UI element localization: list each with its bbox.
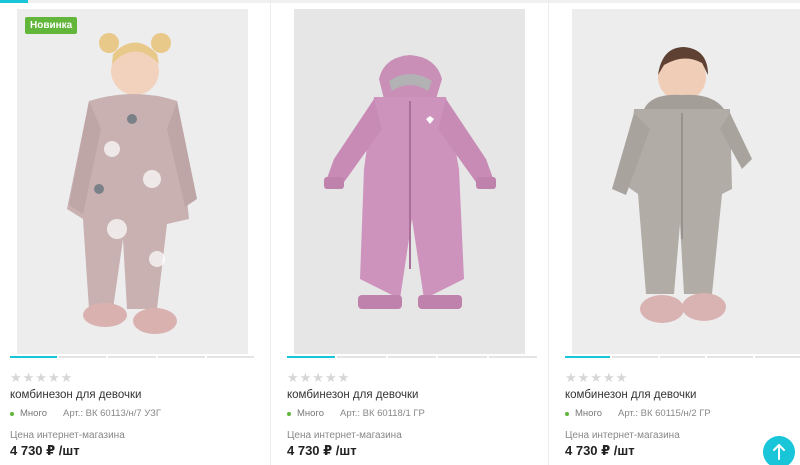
article-number: Арт.: ВК 60118/1 ГР <box>339 408 425 419</box>
child-jumpsuit-photo <box>572 9 800 354</box>
article-number: Арт.: ВК 60113/н/7 УЗГ <box>62 408 161 419</box>
product-image[interactable] <box>572 9 800 354</box>
product-card[interactable]: Новинка ★★★★★ комбинезон для девочки Мно… <box>0 0 271 465</box>
slide-dot[interactable] <box>337 356 386 358</box>
price: 4 730 ₽ /шт <box>565 443 635 458</box>
product-image[interactable]: Новинка <box>17 9 248 354</box>
price: 4 730 ₽ /шт <box>10 443 80 458</box>
slide-dot[interactable] <box>59 356 107 358</box>
stock-status: Много <box>297 408 324 419</box>
product-title[interactable]: комбинезон для девочки <box>287 389 418 401</box>
slide-dot[interactable] <box>488 356 538 358</box>
product-card[interactable]: ★★★★★ комбинезон для девочки Много Арт.:… <box>271 0 549 465</box>
product-card[interactable]: ★★★★★ комбинезон для девочки Много Арт.:… <box>549 0 800 465</box>
stock-dot-icon <box>565 411 569 416</box>
slide-dot[interactable] <box>287 356 336 358</box>
stock-dot-icon <box>10 411 14 416</box>
new-badge: Новинка <box>25 17 78 34</box>
stock-info: Много Арт.: ВК 60115/н/2 ГР <box>565 408 711 419</box>
article-number: Арт.: ВК 60115/н/2 ГР <box>617 408 711 419</box>
product-image[interactable] <box>294 9 525 354</box>
child-jumpsuit-photo <box>17 9 248 354</box>
price: 4 730 ₽ /шт <box>287 443 357 458</box>
image-slider-indicator[interactable] <box>287 356 538 358</box>
image-slider-indicator[interactable] <box>10 356 255 358</box>
slide-dot[interactable] <box>10 356 58 358</box>
slide-dot[interactable] <box>659 356 706 358</box>
product-title[interactable]: комбинезон для девочки <box>565 389 696 401</box>
product-title[interactable]: комбинезон для девочки <box>10 389 141 401</box>
rating-stars[interactable]: ★★★★★ <box>565 370 628 386</box>
arrow-up-icon <box>773 444 785 460</box>
scroll-to-top-button[interactable] <box>763 436 795 465</box>
slide-dot[interactable] <box>157 356 205 358</box>
slide-dot[interactable] <box>612 356 658 358</box>
jumpsuit-flatlay-photo <box>294 9 525 354</box>
slide-dot[interactable] <box>707 356 753 358</box>
stock-status: Много <box>575 408 602 419</box>
price-label: Цена интернет-магазина <box>565 430 680 441</box>
product-grid: Новинка ★★★★★ комбинезон для девочки Мно… <box>0 0 800 465</box>
rating-stars[interactable]: ★★★★★ <box>10 370 73 386</box>
slide-dot[interactable] <box>206 356 255 358</box>
stock-status: Много <box>20 408 47 419</box>
rating-stars[interactable]: ★★★★★ <box>287 370 350 386</box>
slide-dot[interactable] <box>387 356 437 358</box>
price-label: Цена интернет-магазина <box>10 430 125 441</box>
stock-dot-icon <box>287 411 291 416</box>
slide-dot[interactable] <box>438 356 487 358</box>
stock-info: Много Арт.: ВК 60118/1 ГР <box>287 408 425 419</box>
slide-dot[interactable] <box>108 356 156 358</box>
slide-dot[interactable] <box>565 356 611 358</box>
slide-dot[interactable] <box>754 356 800 358</box>
stock-info: Много Арт.: ВК 60113/н/7 УЗГ <box>10 408 161 419</box>
price-label: Цена интернет-магазина <box>287 430 402 441</box>
image-slider-indicator[interactable] <box>565 356 800 358</box>
